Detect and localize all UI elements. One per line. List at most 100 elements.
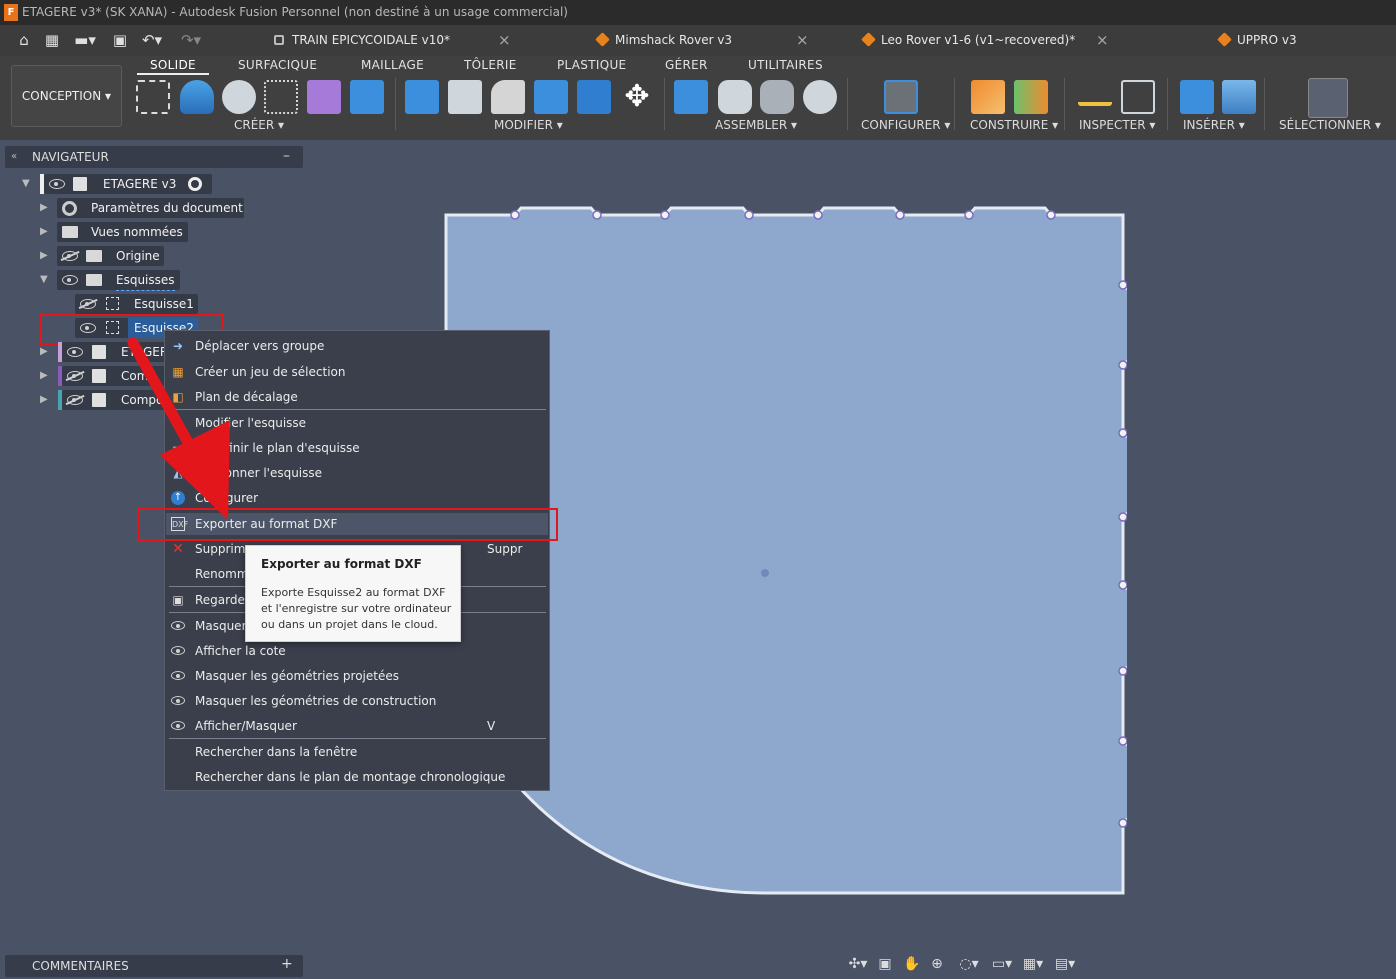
sketch-point[interactable]: [1118, 428, 1127, 438]
new-component-icon[interactable]: [674, 80, 708, 114]
expand-arrow-icon[interactable]: ▶: [40, 394, 48, 405]
sketch-point[interactable]: [592, 210, 602, 220]
eye-hidden-icon[interactable]: [67, 371, 83, 381]
navigator-minimize-button[interactable]: –: [283, 148, 290, 164]
home-icon[interactable]: ⌂: [14, 30, 34, 50]
press-pull-icon[interactable]: [405, 80, 439, 114]
eye-icon[interactable]: [67, 347, 83, 357]
sketch-point[interactable]: [1118, 512, 1127, 522]
group-modifier[interactable]: MODIFIER ▾: [494, 118, 563, 132]
close-tab-icon[interactable]: ×: [498, 25, 511, 56]
hole-icon[interactable]: [264, 80, 298, 114]
group-construire[interactable]: CONSTRUIRE ▾: [970, 118, 1058, 132]
grid-settings-icon[interactable]: ▦▾: [1019, 955, 1047, 973]
close-tab-icon[interactable]: ×: [1096, 25, 1109, 56]
group-creer[interactable]: CRÉER ▾: [234, 118, 284, 132]
sketch-point[interactable]: [744, 210, 754, 220]
save-icon[interactable]: ▣: [110, 30, 130, 50]
select-icon[interactable]: [1308, 78, 1348, 118]
menu-item-hide[interactable]: Masquer: [195, 616, 247, 636]
look-at-icon[interactable]: ▣: [876, 955, 894, 973]
close-tab-icon[interactable]: ×: [796, 25, 809, 56]
eye-icon[interactable]: [62, 275, 78, 285]
redo-icon[interactable]: ↷▾: [176, 30, 206, 50]
sketch-point[interactable]: [1118, 736, 1127, 746]
offset-plane-icon[interactable]: [971, 80, 1005, 114]
group-configurer[interactable]: CONFIGURER ▾: [861, 118, 950, 132]
group-selectionner[interactable]: SÉLECTIONNER ▾: [1279, 118, 1381, 132]
tab-utilitaires[interactable]: UTILITAIRES: [748, 58, 823, 72]
orbit-icon[interactable]: ✣▾: [843, 955, 873, 973]
sketch-point[interactable]: [1118, 360, 1127, 370]
menu-item-find-in-timeline[interactable]: Rechercher dans le plan de montage chron…: [195, 767, 505, 787]
joint-icon[interactable]: [718, 80, 752, 114]
extrude-icon[interactable]: [180, 80, 214, 114]
undo-icon[interactable]: ↶▾: [137, 30, 167, 50]
eye-hidden-icon[interactable]: [67, 395, 83, 405]
menu-item-hide-projected[interactable]: Masquer les géométries projetées: [195, 666, 399, 686]
chamfer-icon[interactable]: [491, 80, 525, 114]
sketch-point[interactable]: [1118, 666, 1127, 676]
expand-arrow-icon[interactable]: ▼: [22, 178, 30, 189]
eye-icon[interactable]: [49, 179, 65, 189]
add-comment-button[interactable]: +: [281, 956, 293, 972]
configure-icon[interactable]: [884, 80, 918, 114]
tab-solide[interactable]: SOLIDE: [137, 58, 209, 75]
as-built-joint-icon[interactable]: [760, 80, 794, 114]
menu-item-hide-construction[interactable]: Masquer les géométries de construction: [195, 691, 436, 711]
viewports-icon[interactable]: ▤▾: [1050, 955, 1080, 973]
tab-mimshack-rover[interactable]: Mimshack Rover v3: [595, 25, 732, 56]
grid-icon[interactable]: ▦: [42, 30, 62, 50]
workspace-selector[interactable]: CONCEPTION ▾: [11, 65, 122, 127]
sketch-point[interactable]: [1118, 280, 1127, 290]
tab-uppro[interactable]: UPPRO v3: [1217, 25, 1297, 56]
collapse-arrow-icon[interactable]: ▼: [40, 274, 48, 285]
sketch-point[interactable]: [964, 210, 974, 220]
create-sketch-icon[interactable]: [136, 80, 170, 114]
move-icon[interactable]: ✥: [620, 80, 654, 114]
group-assembler[interactable]: ASSEMBLER ▾: [715, 118, 797, 132]
menu-item-show-hide[interactable]: Afficher/Masquer: [195, 716, 297, 736]
group-inspecter[interactable]: INSPECTER ▾: [1079, 118, 1155, 132]
tab-surfacique[interactable]: SURFACIQUE: [238, 58, 317, 72]
menu-item-find-in-window[interactable]: Rechercher dans la fenêtre: [195, 742, 357, 762]
file-icon[interactable]: ▬▾: [70, 30, 100, 50]
sketch-point[interactable]: [1118, 580, 1127, 590]
tab-maillage[interactable]: MAILLAGE: [361, 58, 424, 72]
expand-arrow-icon[interactable]: ▶: [40, 250, 48, 261]
measure-icon[interactable]: [1078, 80, 1112, 106]
expand-arrow-icon[interactable]: ▶: [40, 202, 48, 213]
zoom-icon[interactable]: ⊕: [928, 955, 946, 973]
motion-link-icon[interactable]: [803, 80, 837, 114]
insert-derive-icon[interactable]: [1180, 80, 1214, 114]
shell-icon[interactable]: [534, 80, 568, 114]
pan-icon[interactable]: ✋: [903, 955, 921, 973]
midplane-icon[interactable]: [1014, 80, 1048, 114]
tab-tolerie[interactable]: TÔLERIE: [464, 58, 517, 72]
expand-arrow-icon[interactable]: ▶: [40, 346, 48, 357]
eye-hidden-icon[interactable]: [80, 299, 96, 309]
tab-leo-rover[interactable]: Leo Rover v1-6 (v1~recovered)*: [861, 25, 1075, 56]
group-inserer[interactable]: INSÉRER ▾: [1183, 118, 1245, 132]
interference-icon[interactable]: [1121, 80, 1155, 114]
draft-icon[interactable]: [577, 80, 611, 114]
sketch-point[interactable]: [895, 210, 905, 220]
tab-plastique[interactable]: PLASTIQUE: [557, 58, 626, 72]
activate-radio-icon[interactable]: [188, 177, 202, 191]
form-icon[interactable]: [307, 80, 341, 114]
tab-gerer[interactable]: GÉRER: [665, 58, 708, 72]
expand-arrow-icon[interactable]: ▶: [40, 226, 48, 237]
eye-hidden-icon[interactable]: [62, 251, 78, 261]
sketch-point[interactable]: [660, 210, 670, 220]
display-settings-icon[interactable]: ▭▾: [988, 955, 1016, 973]
tab-train-epicycoidale[interactable]: TRAIN EPICYCOIDALE v10*: [274, 25, 450, 56]
collapse-panel-icon[interactable]: «: [11, 151, 17, 162]
menu-item-look-at[interactable]: Regarder: [195, 590, 250, 610]
fillet-icon[interactable]: [448, 80, 482, 114]
insert-image-icon[interactable]: [1222, 80, 1256, 114]
fit-icon[interactable]: ◌▾: [955, 955, 983, 973]
sketch-point[interactable]: [813, 210, 823, 220]
revolve-icon[interactable]: [222, 80, 256, 114]
expand-arrow-icon[interactable]: ▶: [40, 370, 48, 381]
menu-item-show-dimension[interactable]: Afficher la cote: [195, 641, 286, 661]
